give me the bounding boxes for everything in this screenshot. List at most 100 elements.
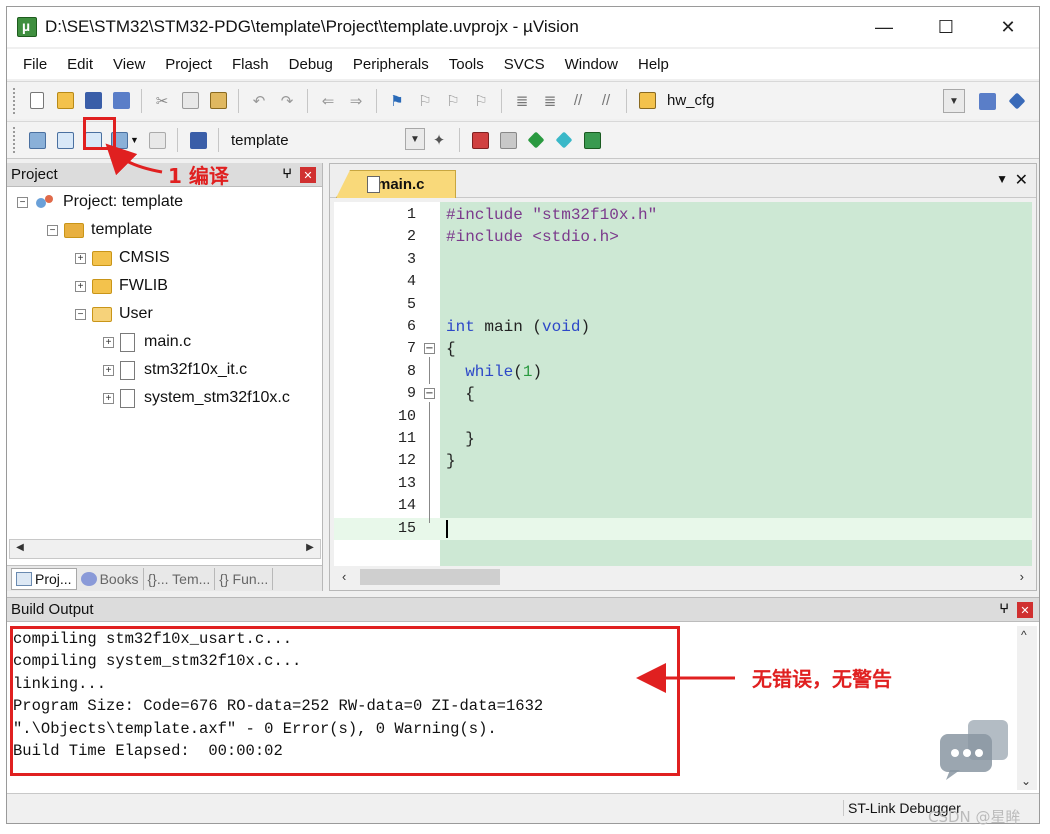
prev-bookmark-icon[interactable]: ⚐ bbox=[413, 89, 437, 113]
redo-icon[interactable]: ↷ bbox=[275, 89, 299, 113]
code-line[interactable]: 15 bbox=[334, 517, 1032, 540]
menu-help[interactable]: Help bbox=[628, 56, 679, 73]
bookmark-icon[interactable]: ⚑ bbox=[385, 89, 409, 113]
tab-books[interactable]: Books bbox=[77, 567, 144, 590]
stop-build-icon[interactable] bbox=[145, 128, 169, 152]
menu-edit[interactable]: Edit bbox=[57, 56, 103, 73]
menu-tools[interactable]: Tools bbox=[439, 56, 494, 73]
close-tab-icon[interactable]: ✕ bbox=[1015, 170, 1028, 190]
clear-bookmarks-icon[interactable]: ⚐ bbox=[469, 89, 493, 113]
uncomment-icon[interactable]: // bbox=[594, 89, 618, 113]
code-line[interactable]: 8 while(1) bbox=[334, 361, 1032, 383]
settings-wrench-icon[interactable] bbox=[1005, 89, 1029, 113]
code-line[interactable]: 11 } bbox=[334, 428, 1032, 450]
toolbar-grip[interactable] bbox=[13, 127, 17, 153]
pin-icon[interactable]: ⵖ bbox=[282, 166, 292, 182]
open-folder-icon[interactable] bbox=[53, 89, 77, 113]
save-all-icon[interactable] bbox=[109, 89, 133, 113]
scroll-thumb[interactable] bbox=[360, 569, 500, 585]
next-bookmark-icon[interactable]: ⚐ bbox=[441, 89, 465, 113]
find-icon[interactable] bbox=[975, 89, 999, 113]
editor-horizontal-scrollbar[interactable]: ‹ › bbox=[334, 566, 1032, 588]
tree-item-file-it[interactable]: + stm32f10x_it.c bbox=[103, 357, 247, 383]
scroll-right-icon[interactable]: › bbox=[1020, 569, 1024, 584]
copy-icon[interactable] bbox=[178, 89, 202, 113]
code-editor[interactable]: 1 #include "stm32f10x.h" 2 #include <stdio.… bbox=[334, 202, 1032, 566]
project-horizontal-scrollbar[interactable]: ◀ ▶ bbox=[9, 539, 321, 559]
minimize-button[interactable]: — bbox=[853, 7, 915, 47]
tab-templates[interactable]: {}... Tem... bbox=[144, 567, 216, 590]
expand-icon[interactable]: + bbox=[103, 336, 114, 348]
expand-icon[interactable]: + bbox=[103, 392, 114, 404]
scroll-right-icon[interactable]: ▶ bbox=[302, 542, 318, 556]
paste-icon[interactable] bbox=[206, 89, 230, 113]
scroll-left-icon[interactable]: ‹ bbox=[342, 569, 346, 584]
indent-icon[interactable]: ≣ bbox=[510, 89, 534, 113]
code-line[interactable]: 5 bbox=[334, 294, 1032, 316]
tree-item-group-cmsis[interactable]: + CMSIS bbox=[75, 245, 170, 271]
expand-icon[interactable]: + bbox=[103, 364, 114, 376]
code-line[interactable]: 4 bbox=[334, 271, 1032, 293]
collapse-icon[interactable]: − bbox=[75, 308, 86, 320]
panel-close-icon[interactable]: ✕ bbox=[1017, 602, 1033, 618]
translate-icon[interactable] bbox=[25, 128, 49, 152]
navigate-back-icon[interactable]: ⇐ bbox=[316, 89, 340, 113]
tab-list-icon[interactable]: ▼ bbox=[996, 172, 1008, 186]
manage-components-icon[interactable] bbox=[468, 128, 492, 152]
chevron-down-icon[interactable]: ▼ bbox=[944, 90, 964, 112]
code-line[interactable]: 3 bbox=[334, 249, 1032, 271]
collapse-icon[interactable]: − bbox=[47, 224, 58, 236]
code-line[interactable]: 10 bbox=[334, 406, 1032, 428]
maximize-button[interactable]: ☐ bbox=[915, 7, 977, 47]
menu-window[interactable]: Window bbox=[555, 56, 628, 73]
expand-icon[interactable]: + bbox=[75, 252, 86, 264]
target-select[interactable]: template ▼ bbox=[225, 128, 425, 152]
find-in-files-icon[interactable] bbox=[635, 89, 659, 113]
find-combo[interactable]: ▼ bbox=[943, 89, 965, 113]
save-icon[interactable] bbox=[81, 89, 105, 113]
new-file-icon[interactable] bbox=[25, 89, 49, 113]
collapse-icon[interactable]: − bbox=[17, 196, 28, 208]
menu-project[interactable]: Project bbox=[155, 56, 222, 73]
menu-peripherals[interactable]: Peripherals bbox=[343, 56, 439, 73]
code-line[interactable]: 7{ bbox=[334, 338, 1032, 360]
close-button[interactable]: ✕ bbox=[977, 7, 1039, 47]
expand-icon[interactable]: + bbox=[75, 280, 86, 292]
scroll-up-icon[interactable]: ^ bbox=[1021, 628, 1027, 642]
tree-item-file-main[interactable]: + main.c bbox=[103, 329, 191, 355]
undo-icon[interactable]: ↶ bbox=[247, 89, 271, 113]
code-line[interactable]: 9 { bbox=[334, 383, 1032, 405]
menu-file[interactable]: File bbox=[13, 56, 57, 73]
tree-item-project-root[interactable]: − Project: template bbox=[17, 189, 183, 215]
code-line[interactable]: 6 int main (void) bbox=[334, 316, 1032, 338]
tab-main-c[interactable]: main.c bbox=[336, 170, 456, 198]
chevron-down-icon[interactable]: ▼ bbox=[405, 128, 425, 150]
toolbar-grip[interactable] bbox=[13, 87, 17, 114]
menu-debug[interactable]: Debug bbox=[279, 56, 343, 73]
unindent-icon[interactable]: ≣ bbox=[538, 89, 562, 113]
tree-item-target[interactable]: − template bbox=[47, 217, 152, 243]
tab-project[interactable]: Proj... bbox=[11, 567, 77, 590]
menu-view[interactable]: View bbox=[103, 56, 155, 73]
fold-toggle-icon[interactable]: − bbox=[424, 388, 435, 400]
run-time-env-icon[interactable] bbox=[580, 128, 604, 152]
select-packs-icon[interactable] bbox=[524, 128, 548, 152]
code-line[interactable]: 1 #include "stm32f10x.h" bbox=[334, 204, 1032, 226]
scroll-down-icon[interactable]: ⌄ bbox=[1021, 774, 1031, 788]
tab-functions[interactable]: {} Fun... bbox=[215, 567, 274, 590]
build-vertical-scrollbar[interactable]: ^ ⌄ bbox=[1017, 626, 1037, 790]
code-line[interactable]: 14 bbox=[334, 495, 1032, 517]
tree-item-file-system[interactable]: + system_stm32f10x.c bbox=[103, 385, 290, 411]
manage-books-icon[interactable] bbox=[496, 128, 520, 152]
code-line[interactable]: 13 bbox=[334, 473, 1032, 495]
tree-item-group-fwlib[interactable]: + FWLIB bbox=[75, 273, 168, 299]
panel-close-icon[interactable]: ✕ bbox=[300, 167, 316, 183]
menu-flash[interactable]: Flash bbox=[222, 56, 279, 73]
code-line[interactable]: 12} bbox=[334, 450, 1032, 472]
fold-toggle-icon[interactable]: − bbox=[424, 343, 435, 355]
target-options-icon[interactable]: ✦ bbox=[427, 128, 451, 152]
build-icon[interactable] bbox=[53, 128, 77, 152]
comment-icon[interactable]: // bbox=[566, 89, 590, 113]
cut-icon[interactable]: ✂ bbox=[150, 89, 174, 113]
tree-item-group-user[interactable]: − User bbox=[75, 301, 153, 327]
